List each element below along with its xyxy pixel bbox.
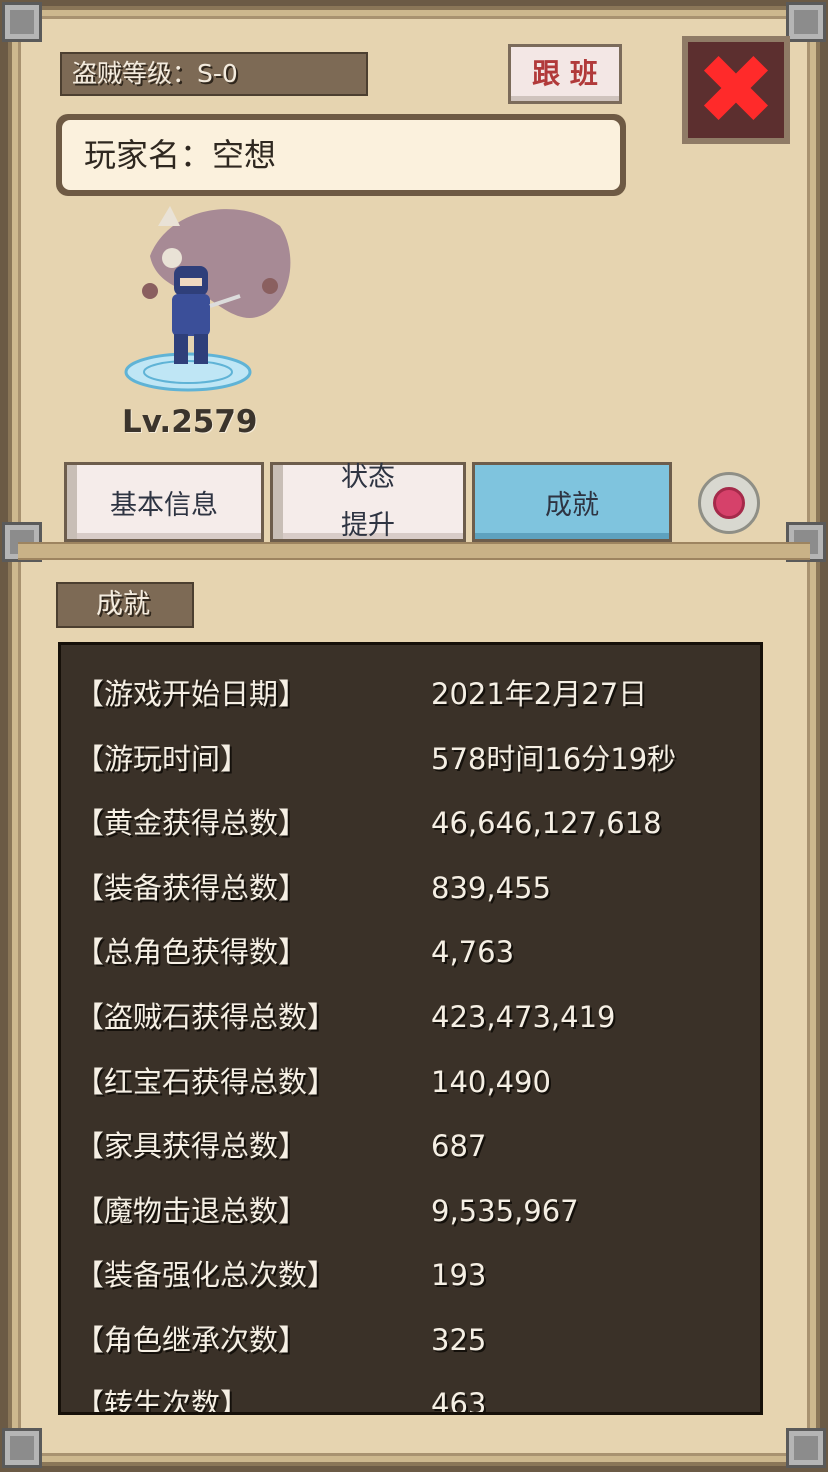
achievement-value: 687 xyxy=(431,1129,487,1163)
gem-icon[interactable] xyxy=(698,472,760,534)
tab-basic-info-label: 基本信息 xyxy=(110,489,218,521)
tab-achievements-label: 成就 xyxy=(545,489,599,521)
frame-corner-bottom-right xyxy=(786,1428,826,1468)
achievement-value: 4,763 xyxy=(431,935,515,969)
list-item: 【角色继承次数】 325 xyxy=(75,1315,755,1365)
tab-achievements[interactable]: 成就 xyxy=(472,462,672,542)
achievement-value: 193 xyxy=(431,1258,487,1292)
player-name-box: 玩家名：空想 xyxy=(56,114,626,196)
achievement-key: 【总角色获得数】 xyxy=(75,935,308,969)
section-divider xyxy=(18,542,810,560)
list-item: 【转生次数】 463 xyxy=(75,1379,755,1415)
list-item: 【游戏开始日期】 2021年2月27日 xyxy=(75,669,755,719)
section-title: 成就 xyxy=(56,582,194,628)
list-item: 【黄金获得总数】 46,646,127,618 xyxy=(75,798,755,848)
thief-grade-label: 盗贼等级：S-0 xyxy=(60,52,368,96)
frame-corner-top-left xyxy=(2,2,42,42)
tab-basic-info[interactable]: 基本信息 xyxy=(64,462,264,542)
achievement-key: 【装备强化总次数】 xyxy=(75,1258,337,1292)
character-sprite xyxy=(110,196,310,396)
achievement-key: 【游玩时间】 xyxy=(75,742,250,776)
achievement-key: 【装备获得总数】 xyxy=(75,871,308,905)
tab-status-upgrade-label: 状态 提升 xyxy=(341,462,395,541)
achievement-value: 9,535,967 xyxy=(431,1194,579,1228)
achievement-key: 【角色继承次数】 xyxy=(75,1323,308,1357)
list-item: 【魔物击退总数】 9,535,967 xyxy=(75,1186,755,1236)
list-item: 【总角色获得数】 4,763 xyxy=(75,927,755,977)
close-icon: ✖ xyxy=(695,34,777,146)
close-button[interactable]: ✖ xyxy=(682,36,790,144)
achievement-key: 【黄金获得总数】 xyxy=(75,806,308,840)
achievement-value: 140,490 xyxy=(431,1065,551,1099)
frame-corner-top-right xyxy=(786,2,826,42)
achievement-key: 【游戏开始日期】 xyxy=(75,677,308,711)
follower-button[interactable]: 跟 班 xyxy=(508,44,622,104)
achievement-key: 【转生次数】 xyxy=(75,1387,250,1415)
achievement-key: 【红宝石获得总数】 xyxy=(75,1065,337,1099)
achievement-key: 【家具获得总数】 xyxy=(75,1129,308,1163)
achievements-list[interactable]: 【游戏开始日期】 2021年2月27日 【游玩时间】 578时间16分19秒 【… xyxy=(58,642,763,1415)
achievement-value: 463 xyxy=(431,1387,487,1415)
achievement-key: 【魔物击退总数】 xyxy=(75,1194,308,1228)
character-level: Lv.2579 xyxy=(122,404,258,440)
achievement-value: 839,455 xyxy=(431,871,551,905)
achievement-value: 423,473,419 xyxy=(431,1000,616,1034)
list-item: 【游玩时间】 578时间16分19秒 xyxy=(75,734,755,784)
player-name-label: 玩家名：空想 xyxy=(62,120,620,190)
tab-status-upgrade[interactable]: 状态 提升 xyxy=(270,462,466,542)
list-item: 【家具获得总数】 687 xyxy=(75,1121,755,1171)
achievement-value: 325 xyxy=(431,1323,487,1357)
list-item: 【红宝石获得总数】 140,490 xyxy=(75,1057,755,1107)
frame-corner-bottom-left xyxy=(2,1428,42,1468)
achievement-value: 578时间16分19秒 xyxy=(431,742,677,776)
list-item: 【装备强化总次数】 193 xyxy=(75,1250,755,1300)
list-item: 【装备获得总数】 839,455 xyxy=(75,863,755,913)
achievement-value: 46,646,127,618 xyxy=(431,806,662,840)
achievement-key: 【盗贼石获得总数】 xyxy=(75,1000,337,1034)
achievement-value: 2021年2月27日 xyxy=(431,677,648,711)
list-item: 【盗贼石获得总数】 423,473,419 xyxy=(75,992,755,1042)
